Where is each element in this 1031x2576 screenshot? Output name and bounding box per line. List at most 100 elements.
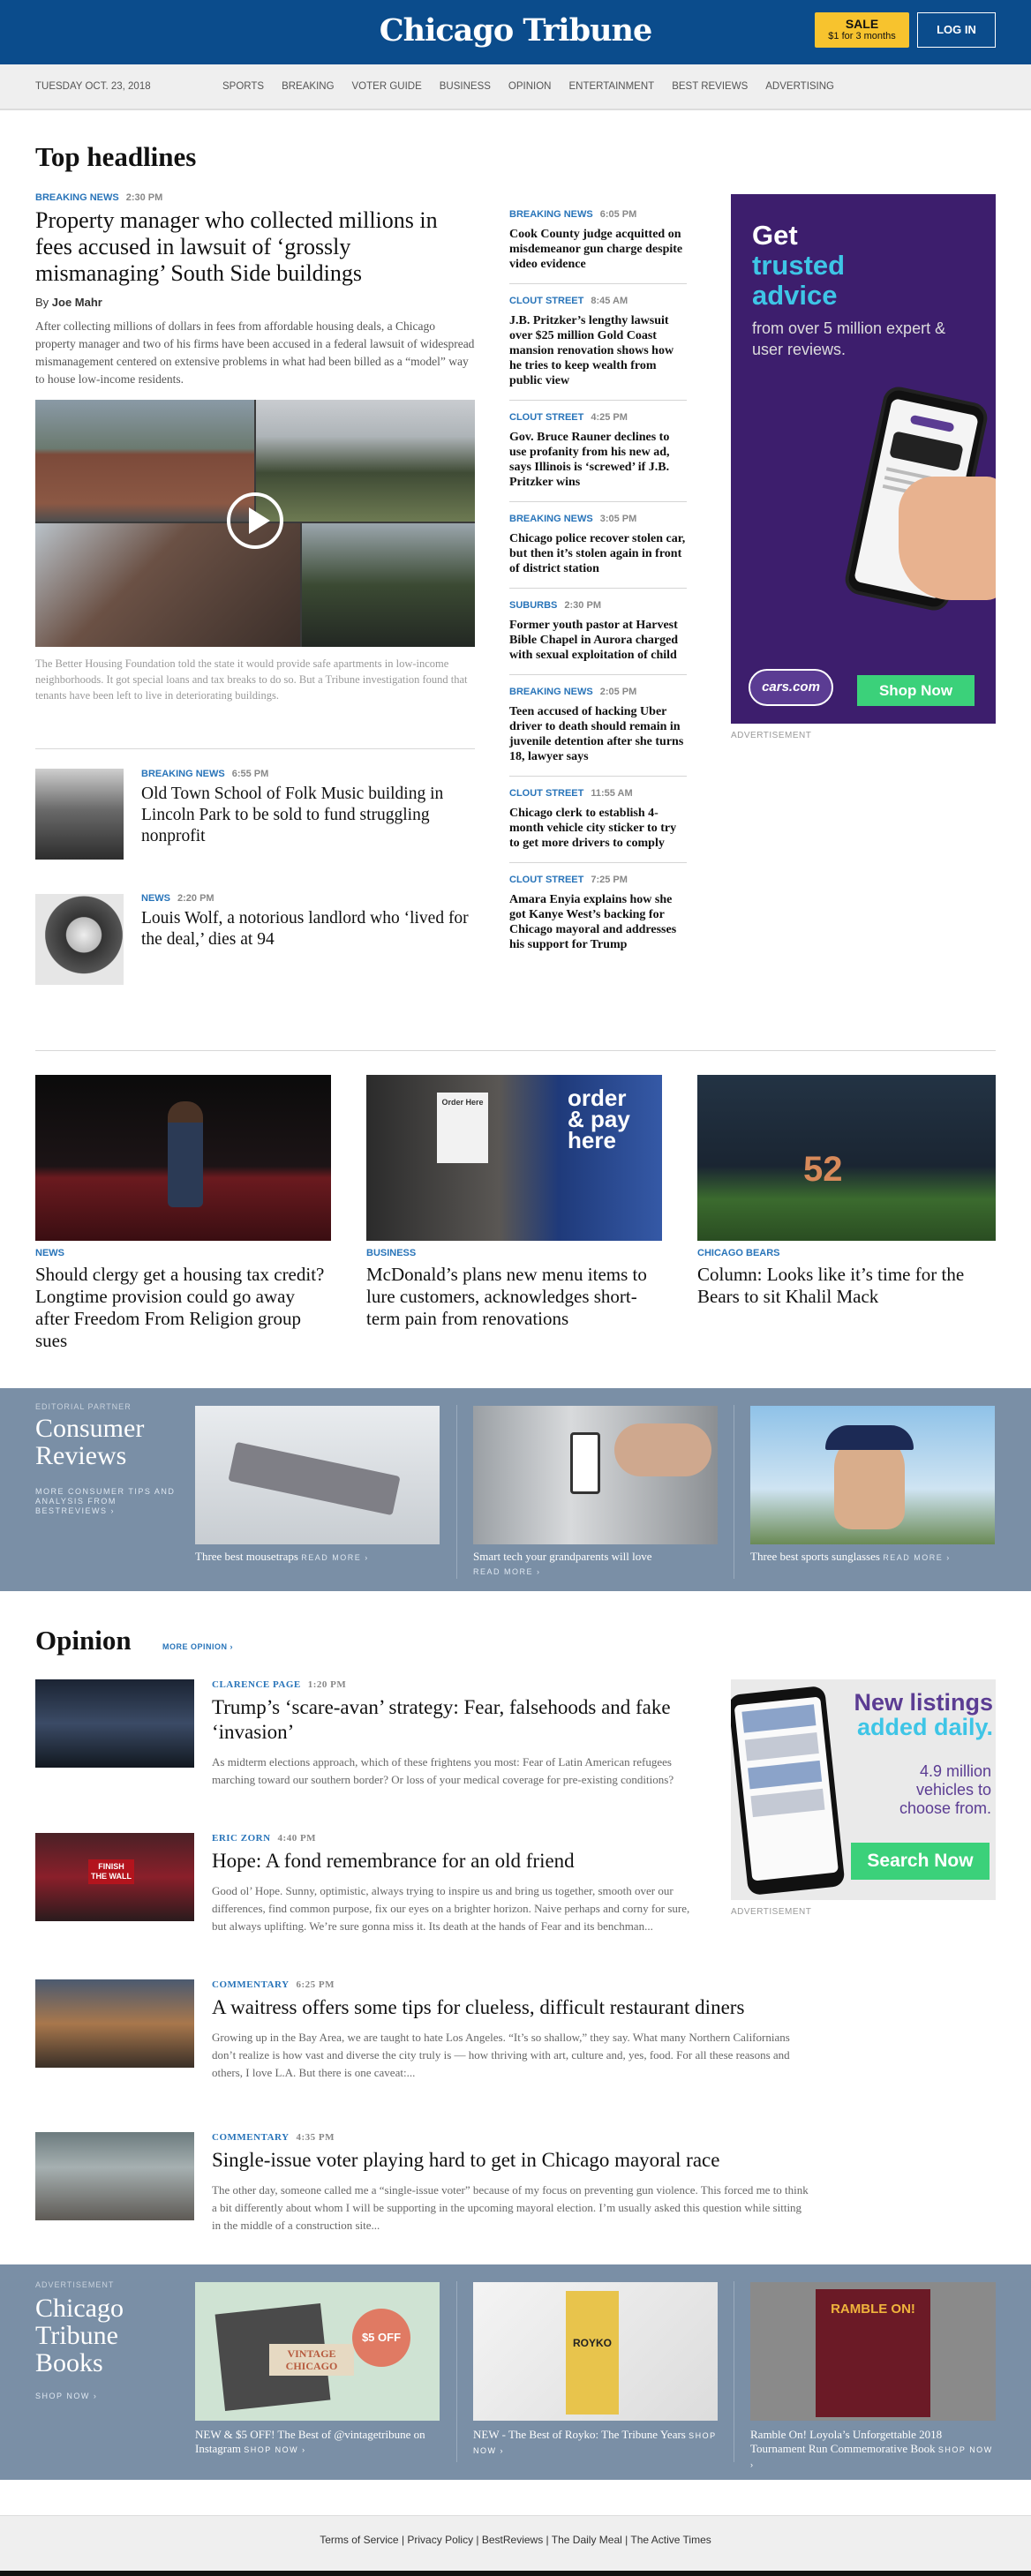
opinion-kicker-1[interactable]: CLARENCE PAGE (212, 1679, 301, 1690)
list-headline[interactable]: Former youth pastor at Harvest Bible Cha… (509, 618, 687, 663)
cr-read-more-3[interactable]: READ MORE › (883, 1553, 951, 1562)
opinion-image-4[interactable] (35, 2132, 194, 2220)
list-headline[interactable]: Gov. Bruce Rauner declines to use profan… (509, 430, 687, 490)
feature-headline-3[interactable]: Column: Looks like it’s time for the Bea… (697, 1264, 996, 1308)
feature-photo-bears[interactable]: 52 (697, 1075, 996, 1241)
feature-headline-1[interactable]: Should clergy get a housing tax credit? … (35, 1264, 331, 1352)
cr-card-2[interactable]: Smart tech your grandparents will love RE… (473, 1406, 718, 1579)
sale-button[interactable]: SALE $1 for 3 months (815, 12, 909, 48)
opinion-image-2[interactable]: FINISH THE WALL (35, 1833, 194, 1921)
book-image-royko: ROYKO (473, 2282, 718, 2421)
login-button[interactable]: LOG IN (917, 12, 996, 48)
nav-item-breaking[interactable]: BREAKING (282, 81, 334, 92)
list-headline[interactable]: J.B. Pritzker’s lengthy lawsuit over $25… (509, 313, 687, 388)
opinion-kicker-3[interactable]: COMMENTARY (212, 1979, 290, 1990)
top-headlines-title: Top headlines (35, 141, 197, 172)
list-kicker[interactable]: CLOUT STREET (509, 875, 583, 885)
feature-kicker-1[interactable]: NEWS (35, 1248, 331, 1258)
nav-item-sports[interactable]: SPORTS (222, 81, 264, 92)
section-nav: TUESDAY OCT. 23, 2018 SPORTS BREAKING VO… (0, 64, 1031, 110)
nav-item-entertainment[interactable]: ENTERTAINMENT (568, 81, 654, 92)
opinion-time-2: 4:40 PM (277, 1833, 317, 1844)
feature-kicker-3[interactable]: CHICAGO BEARS (697, 1248, 996, 1258)
list-kicker[interactable]: CLOUT STREET (509, 412, 583, 423)
books-ad-label: ADVERTISEMENT (35, 2280, 115, 2289)
cr-more-link[interactable]: MORE CONSUMER TIPS AND ANALYSIS FROM BES… (35, 1487, 177, 1516)
small-headline-1[interactable]: Old Town School of Folk Music building i… (141, 784, 477, 847)
phone-illustration (731, 1685, 846, 1896)
list-item: CLOUT STREET 11:55 AM Chicago clerk to est… (509, 788, 687, 863)
bottom-bar (0, 2571, 1031, 2576)
cr-card-1[interactable]: Three best mousetraps READ MORE › (195, 1406, 440, 1565)
ad2-cta[interactable]: Search Now (851, 1843, 990, 1880)
feature-headline-2[interactable]: McDonald’s plans new menu items to lure … (366, 1264, 662, 1330)
book-image-vintage: VINTAGE CHICAGO $5 OFF (195, 2282, 440, 2421)
list-time: 8:45 AM (591, 296, 628, 306)
byline-author[interactable]: Joe Mahr (52, 296, 102, 309)
order-sign: order & pay here (568, 1085, 630, 1153)
nav-item-voter-guide[interactable]: VOTER GUIDE (352, 81, 422, 92)
nav-item-business[interactable]: BUSINESS (440, 81, 491, 92)
small-story-1: BREAKING NEWS 6:55 PM Old Town School of … (141, 769, 477, 847)
play-icon[interactable] (227, 492, 283, 549)
nav-item-best-reviews[interactable]: BEST REVIEWS (672, 81, 748, 92)
jersey-number: 52 (803, 1150, 843, 1189)
list-headline[interactable]: Amara Enyia explains how she got Kanye W… (509, 892, 687, 952)
footer-links[interactable]: Terms of Service | Privacy Policy | Best… (0, 2534, 1031, 2546)
nav-item-advertising[interactable]: ADVERTISING (765, 81, 834, 92)
book-shop-1[interactable]: SHOP NOW › (244, 2445, 305, 2454)
lead-video[interactable] (35, 400, 475, 647)
cr-card-3[interactable]: Three best sports sunglasses READ MORE › (750, 1406, 995, 1565)
ad2-label: ADVERTISEMENT (731, 1907, 812, 1917)
list-headline[interactable]: Cook County judge acquitted on misdemean… (509, 227, 687, 272)
cr-read-more-2[interactable]: READ MORE › (473, 1567, 541, 1576)
small-time-2: 2:20 PM (177, 893, 214, 904)
list-kicker[interactable]: BREAKING NEWS (509, 514, 593, 524)
small-headline-2[interactable]: Louis Wolf, a notorious landlord who ‘li… (141, 908, 477, 950)
story-thumb-louis-wolf[interactable] (35, 894, 124, 985)
list-headline[interactable]: Teen accused of hacking Uber driver to d… (509, 704, 687, 764)
ad1-cta[interactable]: Shop Now (857, 675, 975, 706)
books-shop-link[interactable]: SHOP NOW › (35, 2392, 97, 2400)
book-card-1[interactable]: VINTAGE CHICAGO $5 OFF NEW & $5 OFF! The… (195, 2282, 440, 2457)
cr-title[interactable]: Consumer Reviews (35, 1415, 177, 1469)
ad-cars-com[interactable]: Get trusted advice from over 5 million e… (731, 194, 996, 724)
list-kicker[interactable]: CLOUT STREET (509, 296, 583, 306)
site-footer: Terms of Service | Privacy Policy | Best… (0, 2515, 1031, 2576)
feature-kicker-2[interactable]: BUSINESS (366, 1248, 662, 1258)
nav-item-opinion[interactable]: OPINION (508, 81, 552, 92)
small-kicker-1[interactable]: BREAKING NEWS (141, 769, 225, 779)
divider (35, 1050, 996, 1051)
small-kicker-2[interactable]: NEWS (141, 893, 170, 904)
ad-new-listings[interactable]: New listings added daily. 4.9 million ve… (731, 1679, 996, 1900)
feature-photo-clergy[interactable] (35, 1075, 331, 1241)
opinion-kicker-2[interactable]: ERIC ZORN (212, 1833, 271, 1844)
list-kicker[interactable]: BREAKING NEWS (509, 209, 593, 220)
book-image-ramble-on: RAMBLE ON! (750, 2282, 996, 2421)
list-headline[interactable]: Chicago police recover stolen car, but t… (509, 531, 687, 576)
story-thumb-old-town[interactable] (35, 769, 124, 860)
list-kicker[interactable]: BREAKING NEWS (509, 687, 593, 697)
opinion-time-4: 4:35 PM (296, 2132, 335, 2143)
list-kicker[interactable]: CLOUT STREET (509, 788, 583, 799)
book-cover-text: ROYKO (566, 2291, 619, 2415)
more-opinion-link[interactable]: MORE OPINION › (162, 1642, 233, 1651)
sale-title: SALE (845, 17, 879, 31)
list-headline[interactable]: Chicago clerk to establish 4-month vehic… (509, 806, 687, 851)
opinion-title[interactable]: Opinion (35, 1625, 132, 1656)
books-title[interactable]: Chicago Tribune Books (35, 2294, 168, 2377)
book-card-3[interactable]: RAMBLE ON! Ramble On! Loyola’s Unforgett… (750, 2282, 996, 2472)
lead-headline[interactable]: Property manager who collected millions … (35, 207, 477, 287)
opinion-image-1[interactable] (35, 1679, 194, 1768)
opinion-item: CLARENCE PAGE 1:20 PM Trump’s ‘scare-avan… (35, 1679, 706, 1789)
ad1-line2: trusted (752, 250, 846, 281)
list-kicker[interactable]: SUBURBS (509, 600, 557, 611)
cr-read-more-1[interactable]: READ MORE › (301, 1553, 369, 1562)
opinion-kicker-4[interactable]: COMMENTARY (212, 2132, 290, 2143)
list-time: 2:30 PM (564, 600, 601, 611)
feature-photo-mcdonalds[interactable]: Order Here order & pay here (366, 1075, 662, 1241)
books-band: ADVERTISEMENT Chicago Tribune Books SHOP… (0, 2264, 1031, 2480)
opinion-image-3[interactable] (35, 1979, 194, 2068)
lead-kicker[interactable]: BREAKING NEWS (35, 192, 119, 203)
book-card-2[interactable]: ROYKO NEW - The Best of Royko: The Tribu… (473, 2282, 718, 2458)
